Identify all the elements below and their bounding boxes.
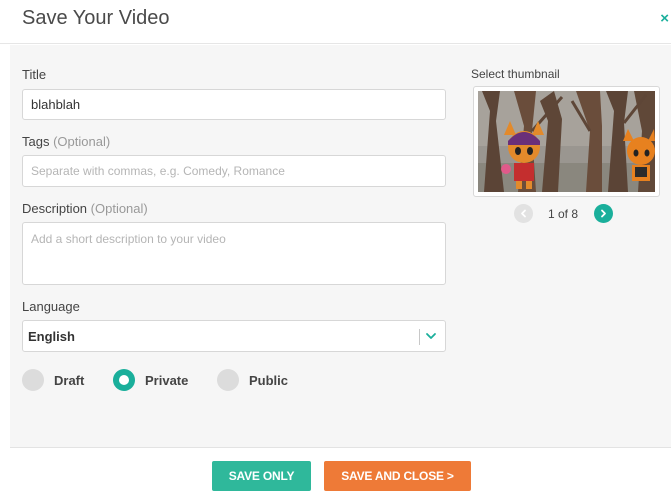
description-label: Description (Optional) (22, 201, 148, 216)
prev-arrow-glyph (521, 209, 526, 218)
thumbnail-preview[interactable] (473, 86, 660, 197)
thumbnail-label: Select thumbnail (471, 67, 560, 81)
save-only-button[interactable]: SAVE ONLY (212, 461, 311, 491)
radio-public[interactable]: Public (217, 369, 288, 391)
close-icon[interactable]: × (660, 10, 669, 27)
chevron-right-icon[interactable] (594, 204, 614, 223)
language-select[interactable]: English (22, 320, 446, 352)
next-arrow-glyph (601, 209, 606, 218)
radio-label-draft: Draft (54, 372, 85, 388)
language-select-value: English (28, 329, 75, 344)
tags-optional-text: (Optional) (53, 134, 111, 149)
thumbnail-pager: 1 of 8 (514, 204, 614, 223)
description-optional-text: (Optional) (90, 201, 148, 216)
save-and-close-button[interactable]: SAVE AND CLOSE > (324, 461, 471, 491)
radio-label-public: Public (249, 372, 289, 388)
language-label: Language (22, 299, 80, 314)
radio-circle-private[interactable] (113, 369, 135, 391)
dialog-title: Save Your Video (22, 7, 170, 29)
radio-circle-public[interactable] (217, 369, 239, 391)
dialog-header: Save Your Video × (0, 0, 671, 44)
tags-label: Tags (Optional) (22, 134, 110, 149)
radio-private[interactable]: Private (113, 369, 188, 391)
title-label: Title (22, 67, 47, 82)
description-textarea[interactable]: Add a short description to your video (22, 222, 446, 285)
radio-circle-draft[interactable] (22, 369, 44, 391)
description-label-text: Description (22, 201, 88, 216)
thumbnail-image (478, 91, 655, 192)
chevron-left-icon[interactable] (514, 204, 533, 223)
select-divider (419, 329, 420, 345)
radio-draft[interactable]: Draft (22, 369, 84, 391)
thumbnail-page-indicator: 1 of 8 (548, 206, 579, 221)
tags-label-text: Tags (22, 134, 50, 149)
chevron-down-icon[interactable] (425, 330, 437, 342)
tags-input[interactable]: Separate with commas, e.g. Comedy, Roman… (22, 155, 446, 187)
radio-label-private: Private (145, 372, 189, 388)
title-input[interactable]: blahblah (22, 89, 446, 120)
